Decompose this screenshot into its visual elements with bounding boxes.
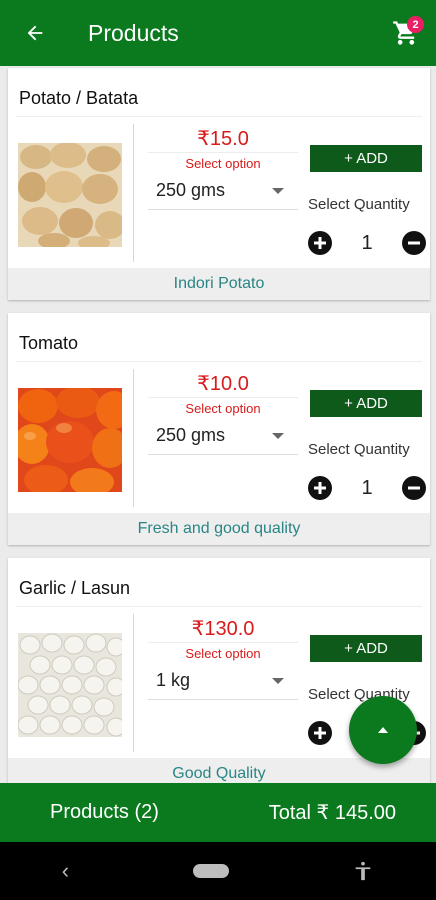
weight-value: 1 kg xyxy=(156,670,191,690)
product-name: Potato / Batata xyxy=(19,88,139,108)
quantity-stepper: 1 xyxy=(308,475,426,501)
page-title: Products xyxy=(88,19,179,46)
select-option-label: Select option xyxy=(185,401,261,416)
add-button[interactable]: + ADD xyxy=(310,390,422,417)
plus-circle-icon[interactable] xyxy=(308,476,332,500)
product-image-garlic xyxy=(18,633,122,737)
nav-home-icon[interactable] xyxy=(192,864,229,878)
price-label: ₹15.0 xyxy=(197,128,249,150)
divider xyxy=(16,361,422,362)
dropdown-arrow-icon xyxy=(272,187,284,194)
select-option-label: Select option xyxy=(185,156,261,171)
product-card: Potato / Batata ₹15.0 Select option 250 … xyxy=(8,68,430,300)
product-name: Tomato xyxy=(19,333,79,353)
vertical-divider xyxy=(133,124,134,262)
divider xyxy=(16,116,422,117)
products-count-label: Products (2) xyxy=(50,801,159,823)
price-label: ₹130.0 xyxy=(191,618,255,640)
vertical-divider xyxy=(133,614,134,752)
product-description: Good Quality xyxy=(8,758,430,783)
cart-count-badge: 2 xyxy=(407,16,424,33)
back-button[interactable] xyxy=(0,0,70,66)
cart-button[interactable]: 2 xyxy=(376,0,436,66)
divider xyxy=(148,397,298,398)
weight-dropdown[interactable]: 1 kg xyxy=(148,662,298,700)
arrow-left-icon xyxy=(27,25,43,41)
add-button[interactable]: + ADD xyxy=(310,145,422,172)
select-quantity-label: Select Quantity xyxy=(308,441,410,458)
product-name: Garlic / Lasun xyxy=(19,578,131,598)
plus-circle-icon[interactable] xyxy=(308,231,332,255)
dropdown-arrow-icon xyxy=(272,677,284,684)
accessibility-icon[interactable] xyxy=(352,860,374,882)
minus-circle-icon[interactable] xyxy=(402,231,426,255)
weight-dropdown[interactable]: 250 gms xyxy=(148,172,298,210)
product-image-potato xyxy=(18,143,122,247)
product-list[interactable]: Potato / Batata ₹15.0 Select option 250 … xyxy=(0,66,436,783)
quantity-stepper: 1 xyxy=(308,230,426,256)
quantity-value: 1 xyxy=(361,476,373,499)
plus-circle-icon[interactable] xyxy=(308,721,332,745)
product-description: Fresh and good quality xyxy=(8,513,430,545)
select-option-label: Select option xyxy=(185,646,261,661)
minus-circle-icon[interactable] xyxy=(402,476,426,500)
scroll-top-button[interactable] xyxy=(349,696,417,764)
weight-value: 250 gms xyxy=(156,425,226,445)
vertical-divider xyxy=(133,369,134,507)
total-label: Total ₹ 145.00 xyxy=(268,802,396,824)
arrow-up-icon xyxy=(378,727,388,733)
app-bar: Products 2 xyxy=(0,0,436,66)
dropdown-arrow-icon xyxy=(272,432,284,439)
price-label: ₹10.0 xyxy=(197,373,249,395)
nav-back-icon[interactable]: ‹ xyxy=(62,858,69,884)
quantity-value: 1 xyxy=(361,231,373,254)
weight-dropdown[interactable]: 250 gms xyxy=(148,417,298,455)
system-nav-bar: ‹ xyxy=(0,842,436,900)
divider xyxy=(148,152,298,153)
add-button[interactable]: + ADD xyxy=(310,635,422,662)
product-image-tomato xyxy=(18,388,122,492)
divider xyxy=(148,642,298,643)
select-quantity-label: Select Quantity xyxy=(308,196,410,213)
divider xyxy=(16,606,422,607)
weight-value: 250 gms xyxy=(156,180,226,200)
cart-summary-bar[interactable]: Products (2) Total ₹ 145.00 xyxy=(0,783,436,842)
product-description: Indori Potato xyxy=(8,268,430,300)
product-card: Tomato ₹10.0 Select option 250 gms + ADD… xyxy=(8,313,430,545)
